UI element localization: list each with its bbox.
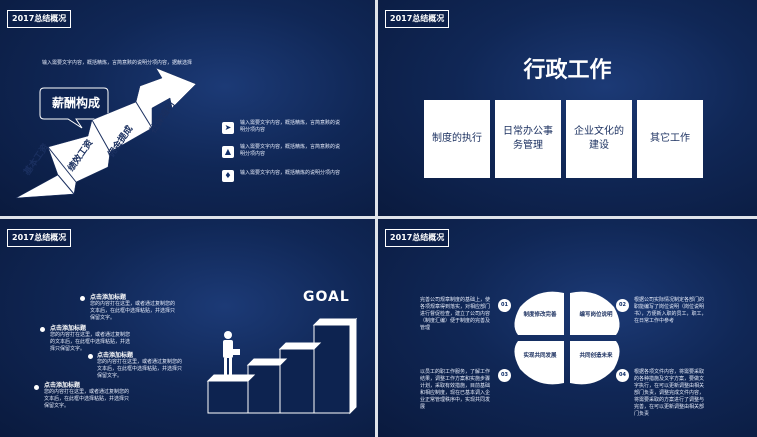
box-other-work: 其它工作 <box>637 100 703 178</box>
slide-admin-work[interactable]: 2017总结概况 行政工作 制度的执行 日常办公事务管理 企业文化的建设 其它工… <box>378 0 757 216</box>
item-text-1: 输入需要文字内容，概括精炼，言简意赅的说明分项内容 <box>240 120 341 133</box>
petal-diagram <box>514 291 620 385</box>
text-block-1: 完善公司规章制度的基础上，使各项规章得到落实，对相应部门进行督促检查，建立了公司… <box>420 297 491 331</box>
number-badge-01: 01 <box>498 299 511 312</box>
text-block-2: 根据公司实际情况制定各部门的职能编写了岗位说明（岗位说明书），方便新入职的员工，… <box>634 297 707 324</box>
point-dot <box>34 385 39 390</box>
box-system-execution: 制度的执行 <box>424 100 490 178</box>
item-text-2: 输入需要文字内容，概括精炼，言简意赅的说明分项内容 <box>240 144 341 157</box>
slide-goal[interactable]: 2017总结概况 点击添加标题 您的内容打在这里，或者通过复制您的文本后，在此框… <box>0 219 375 437</box>
petal-label-4: 共同创造未来 <box>579 353 613 359</box>
paper-plane-icon: ➤ <box>222 122 234 134</box>
slide-tag: 2017总结概况 <box>385 10 450 28</box>
number-badge-03: 03 <box>498 369 511 382</box>
item-text-3: 输入需要文字内容，概括精炼的说明分项内容 <box>240 170 341 176</box>
businessman-figure <box>223 331 240 375</box>
bubble-label: 薪酬构成 <box>52 96 101 110</box>
point-2: 点击添加标题 您的内容打在这里，或者通过复制您的文本后，在此框中选择粘贴，并选择… <box>50 325 131 352</box>
point-4: 点击添加标题 您的内容打在这里，或者通过复制您的文本后，在此框中选择粘贴，并选择… <box>44 382 130 409</box>
box-culture: 企业文化的建设 <box>566 100 632 178</box>
slide-salary[interactable]: 2017总结概况 输入需要文字内容，概括精炼，言简意赅的说明分项内容，据献选择 … <box>0 0 375 216</box>
point-dot <box>40 327 45 332</box>
slide-tag: 2017总结概况 <box>7 229 72 247</box>
number-badge-02: 02 <box>616 299 629 312</box>
petal-label-3: 实现共同发展 <box>523 353 557 359</box>
slide-four-points[interactable]: 2017总结概况 完善公司规章制度的基础上，使各项规章得到落实，对相应部门进行督… <box>378 219 757 437</box>
slide-tag: 2017总结概况 <box>385 229 450 247</box>
point-3: 点击添加标题 您的内容打在这里，或者通过复制您的文本后，在此框中选择粘贴，并选择… <box>97 352 183 379</box>
petal-label-1: 制度修改完善 <box>523 312 557 318</box>
petal-label-2: 编写岗位说明 <box>579 312 613 318</box>
rocket-icon: ▲ <box>222 146 234 158</box>
flask-icon: ♦ <box>222 170 234 182</box>
point-1: 点击添加标题 您的内容打在这里，或者通过复制您的文本后，在此框中选择粘贴，并选择… <box>90 294 176 321</box>
number-badge-04: 04 <box>616 369 629 382</box>
text-block-4: 根据各项文件内容，将需要采取的各种措施及文字方案，要做文字执行，在可以更新调整由… <box>634 369 705 417</box>
point-dot <box>80 296 85 301</box>
slide-title: 行政工作 <box>523 58 612 83</box>
point-dot <box>88 354 93 359</box>
box-daily-affairs: 日常办公事务管理 <box>495 100 561 178</box>
goal-label: GOAL <box>303 289 350 305</box>
text-block-3: 以员工的职工作服务，了解工作结果，调整工作方案和实施步骤计划，采取有效措施，目前… <box>420 369 491 410</box>
goal-stairs-graphic <box>206 317 358 415</box>
arrow-shape <box>15 67 197 199</box>
